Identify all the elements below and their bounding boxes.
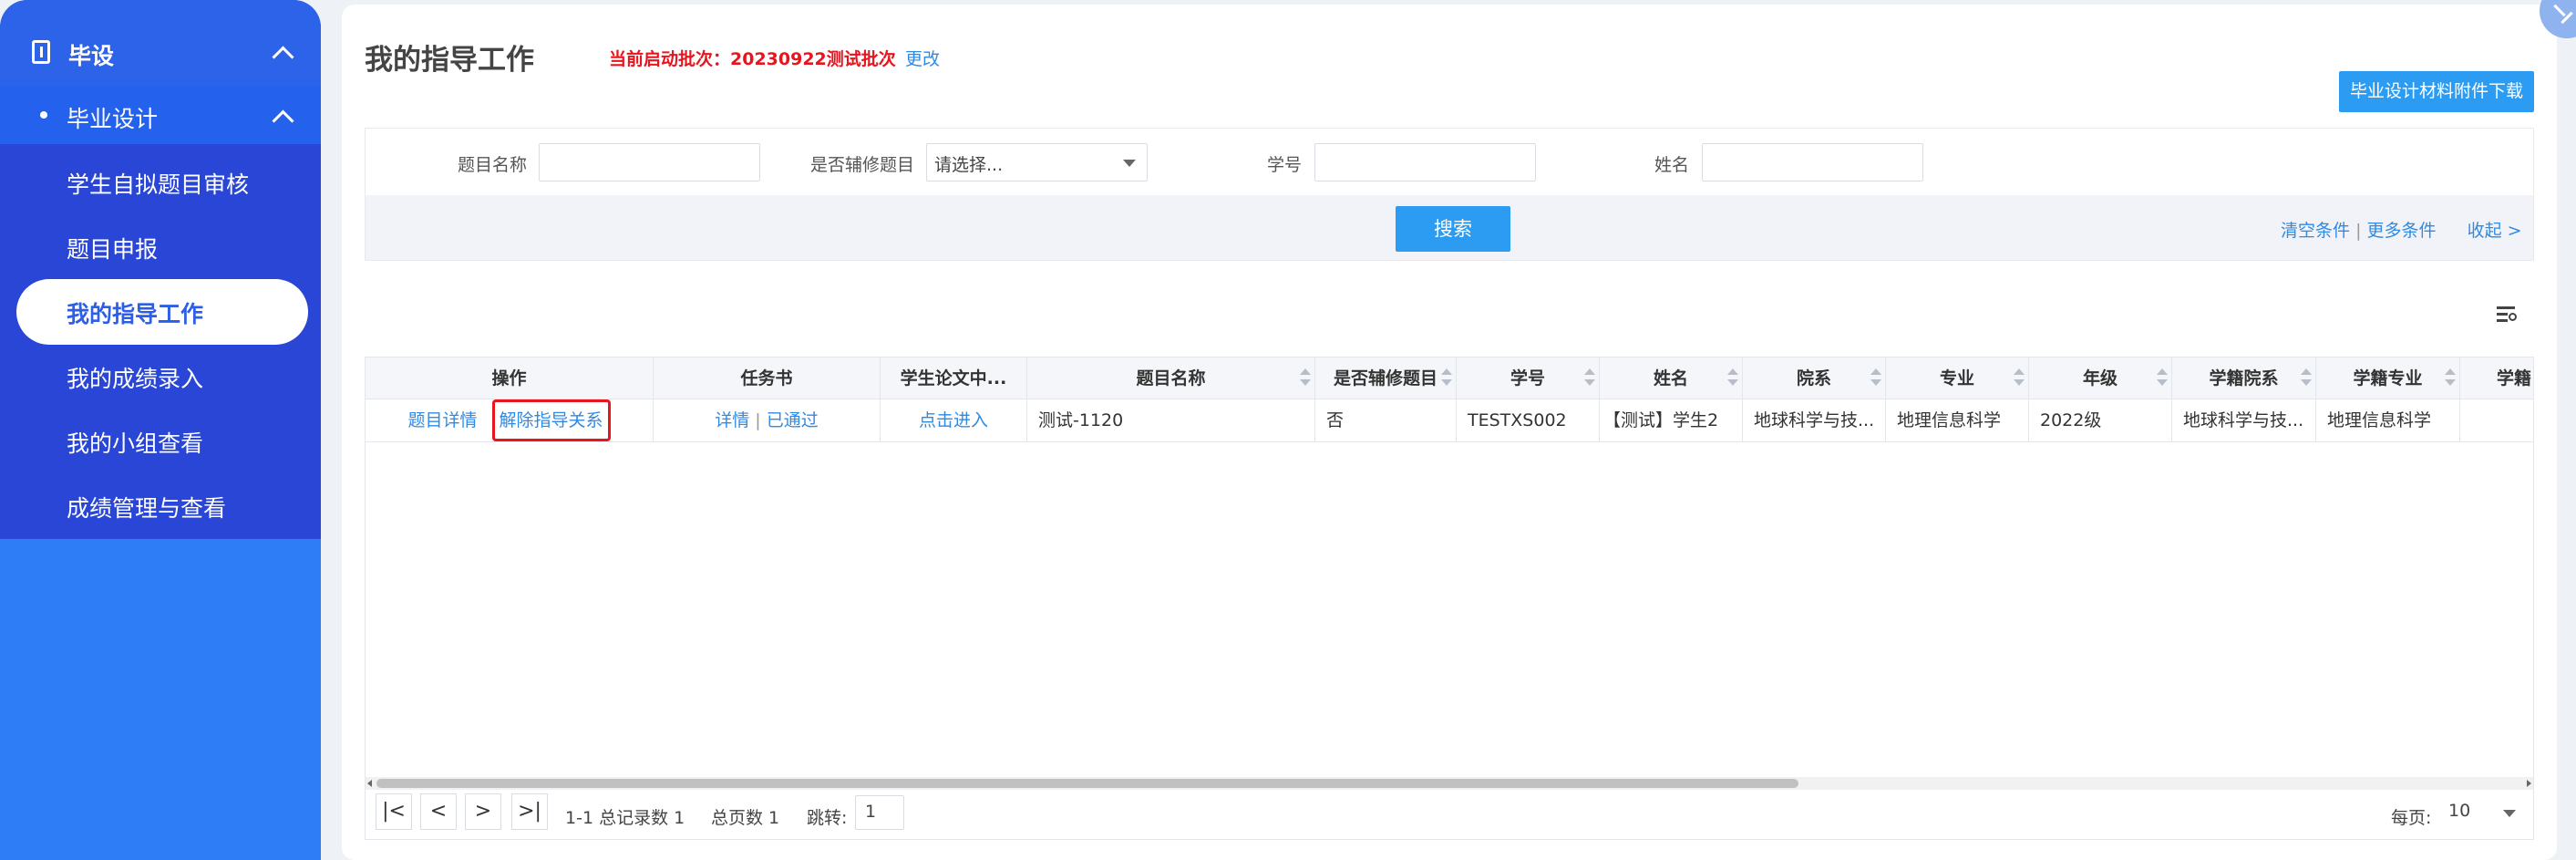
chevron-up-icon[interactable] <box>272 109 294 132</box>
col-header-reg-major-label: 学籍专业 <box>2353 368 2423 389</box>
chevron-up-icon[interactable] <box>272 46 294 68</box>
col-header-reg-department-label: 学籍院系 <box>2209 368 2279 389</box>
col-header-minor[interactable]: 是否辅修题目 <box>1315 357 1457 399</box>
search-button[interactable]: 搜索 <box>1396 206 1510 252</box>
per-page-label: 每页: <box>2391 808 2432 828</box>
table-cell-reg-department: 地球科学与技... <box>2172 399 2316 441</box>
current-batch: 当前启动批次：20230922测试批次 <box>609 49 896 69</box>
row-divider <box>366 441 2533 442</box>
next-page-button[interactable]: > <box>465 793 501 830</box>
sidebar-item-score-management[interactable]: 成绩管理与查看 <box>67 491 226 523</box>
total-pages: 总页数 1 <box>711 808 780 828</box>
col-header-reg-department[interactable]: 学籍院系 <box>2172 357 2316 399</box>
download-attachments-button[interactable]: 毕业设计材料附件下载 <box>2339 71 2534 112</box>
sort-icon[interactable] <box>1870 368 1881 389</box>
more-conditions-link[interactable]: 更多条件 <box>2367 221 2437 241</box>
task-detail-link[interactable]: 详情 <box>715 410 749 430</box>
first-page-button[interactable]: |< <box>376 793 412 830</box>
document-icon <box>32 40 50 64</box>
sidebar-item-my-guidance[interactable]: 我的指导工作 <box>67 296 203 329</box>
minor-topic-label: 是否辅修题目 <box>810 155 915 175</box>
sidebar-section-label: 毕业设计 <box>67 106 159 132</box>
bullet-icon <box>40 111 47 119</box>
per-page-select[interactable]: 10 <box>2441 795 2523 830</box>
minor-topic-select[interactable]: 请选择... <box>926 143 1148 181</box>
topic-name-input[interactable] <box>539 143 760 181</box>
jump-label: 跳转: <box>807 808 848 828</box>
table-cell-name: 【测试】学生2 <box>1600 399 1743 441</box>
sort-icon[interactable] <box>1584 368 1595 389</box>
table-row-actions: 题目详情 解除指导关系 <box>366 399 654 441</box>
col-header-major-label: 专业 <box>1939 368 1974 389</box>
dropdown-arrow-icon <box>1123 160 1136 167</box>
col-header-student-no[interactable]: 学号 <box>1457 357 1600 399</box>
thesis-enter-link[interactable]: 点击进入 <box>881 399 1027 441</box>
table-cell-major: 地理信息科学 <box>1886 399 2029 441</box>
per-page-value: 10 <box>2448 801 2471 821</box>
table-cell-student-no: TESTXS002 <box>1457 399 1600 441</box>
topic-detail-link[interactable]: 题目详情 <box>407 410 477 430</box>
clear-conditions-link[interactable]: 清空条件 <box>2281 221 2350 241</box>
scroll-left-icon[interactable] <box>367 780 372 787</box>
col-header-grade-label: 年级 <box>2082 368 2117 389</box>
record-summary: 1-1 总记录数 1 <box>565 808 685 828</box>
column-settings-icon[interactable] <box>2497 305 2517 325</box>
table-cell-grade: 2022级 <box>2029 399 2172 441</box>
sidebar-section-graduation-design[interactable]: 毕业设计 <box>0 86 321 144</box>
minor-topic-placeholder: 请选择... <box>934 155 1004 175</box>
sort-icon[interactable] <box>1727 368 1738 389</box>
topic-name-label: 题目名称 <box>458 155 528 175</box>
col-header-department-label: 院系 <box>1796 368 1831 389</box>
col-header-topic-name-label: 题目名称 <box>1136 368 1206 389</box>
last-page-button[interactable]: >| <box>511 793 548 830</box>
col-header-name-label: 姓名 <box>1653 368 1688 389</box>
col-header-student-no-label: 学号 <box>1510 368 1545 389</box>
prev-page-button[interactable]: < <box>420 793 457 830</box>
dropdown-arrow-icon <box>2503 810 2516 817</box>
sidebar-module-title: 毕设 <box>68 43 115 69</box>
col-header-actions: 操作 <box>366 357 654 399</box>
table-cell-minor: 否 <box>1315 399 1457 441</box>
sort-icon[interactable] <box>2014 368 2025 389</box>
sort-icon[interactable] <box>2157 368 2168 389</box>
col-header-minor-label: 是否辅修题目 <box>1333 368 1437 389</box>
sidebar-item-topic-declaration[interactable]: 题目申报 <box>67 232 158 264</box>
col-header-department[interactable]: 院系 <box>1743 357 1886 399</box>
name-label: 姓名 <box>1654 155 1690 175</box>
col-header-task-book: 任务书 <box>654 357 881 399</box>
sidebar-item-self-topic-review[interactable]: 学生自拟题目审核 <box>67 167 249 200</box>
table-cell-task-book: 详情 | 已通过 <box>654 399 881 441</box>
sort-icon[interactable] <box>2301 368 2312 389</box>
page-title: 我的指导工作 <box>365 44 534 77</box>
sidebar-item-my-score-entry[interactable]: 我的成绩录入 <box>67 361 203 394</box>
col-header-thesis: 学生论文中... <box>881 357 1027 399</box>
scrollbar-thumb[interactable] <box>376 779 1798 788</box>
table-cell-department: 地球科学与技... <box>1743 399 1886 441</box>
col-header-major[interactable]: 专业 <box>1886 357 2029 399</box>
col-header-topic-name[interactable]: 题目名称 <box>1027 357 1315 399</box>
table-cell-topic: 测试-1120 <box>1027 399 1315 441</box>
task-status-link[interactable]: 已通过 <box>767 410 819 430</box>
collapse-link[interactable]: 收起 > <box>2468 221 2522 241</box>
name-input[interactable] <box>1702 143 1923 181</box>
student-no-input[interactable] <box>1314 143 1536 181</box>
sidebar: 毕设 毕业设计 学生自拟题目审核 题目申报 我的指导工作 我的成绩录入 我的小组… <box>0 0 321 860</box>
col-header-reg-more: 学籍 <box>2497 368 2532 389</box>
scroll-right-icon[interactable] <box>2527 780 2531 787</box>
horizontal-scrollbar[interactable] <box>366 777 2533 790</box>
jump-page-input[interactable]: 1 <box>855 795 904 830</box>
search-links: 清空条件 | 更多条件 收起 > <box>2281 221 2522 241</box>
table-cell-reg-major: 地理信息科学 <box>2316 399 2460 441</box>
student-no-label: 学号 <box>1267 155 1303 175</box>
sort-icon[interactable] <box>2445 368 2456 389</box>
col-header-grade[interactable]: 年级 <box>2029 357 2172 399</box>
change-batch-link[interactable]: 更改 <box>905 46 940 70</box>
sort-icon[interactable] <box>1300 368 1311 389</box>
sidebar-item-my-group[interactable]: 我的小组查看 <box>67 426 203 459</box>
col-header-name[interactable]: 姓名 <box>1600 357 1743 399</box>
release-guidance-link[interactable]: 解除指导关系 <box>491 399 611 441</box>
sort-icon[interactable] <box>1441 368 1452 389</box>
col-header-reg-major[interactable]: 学籍专业 <box>2316 357 2460 399</box>
